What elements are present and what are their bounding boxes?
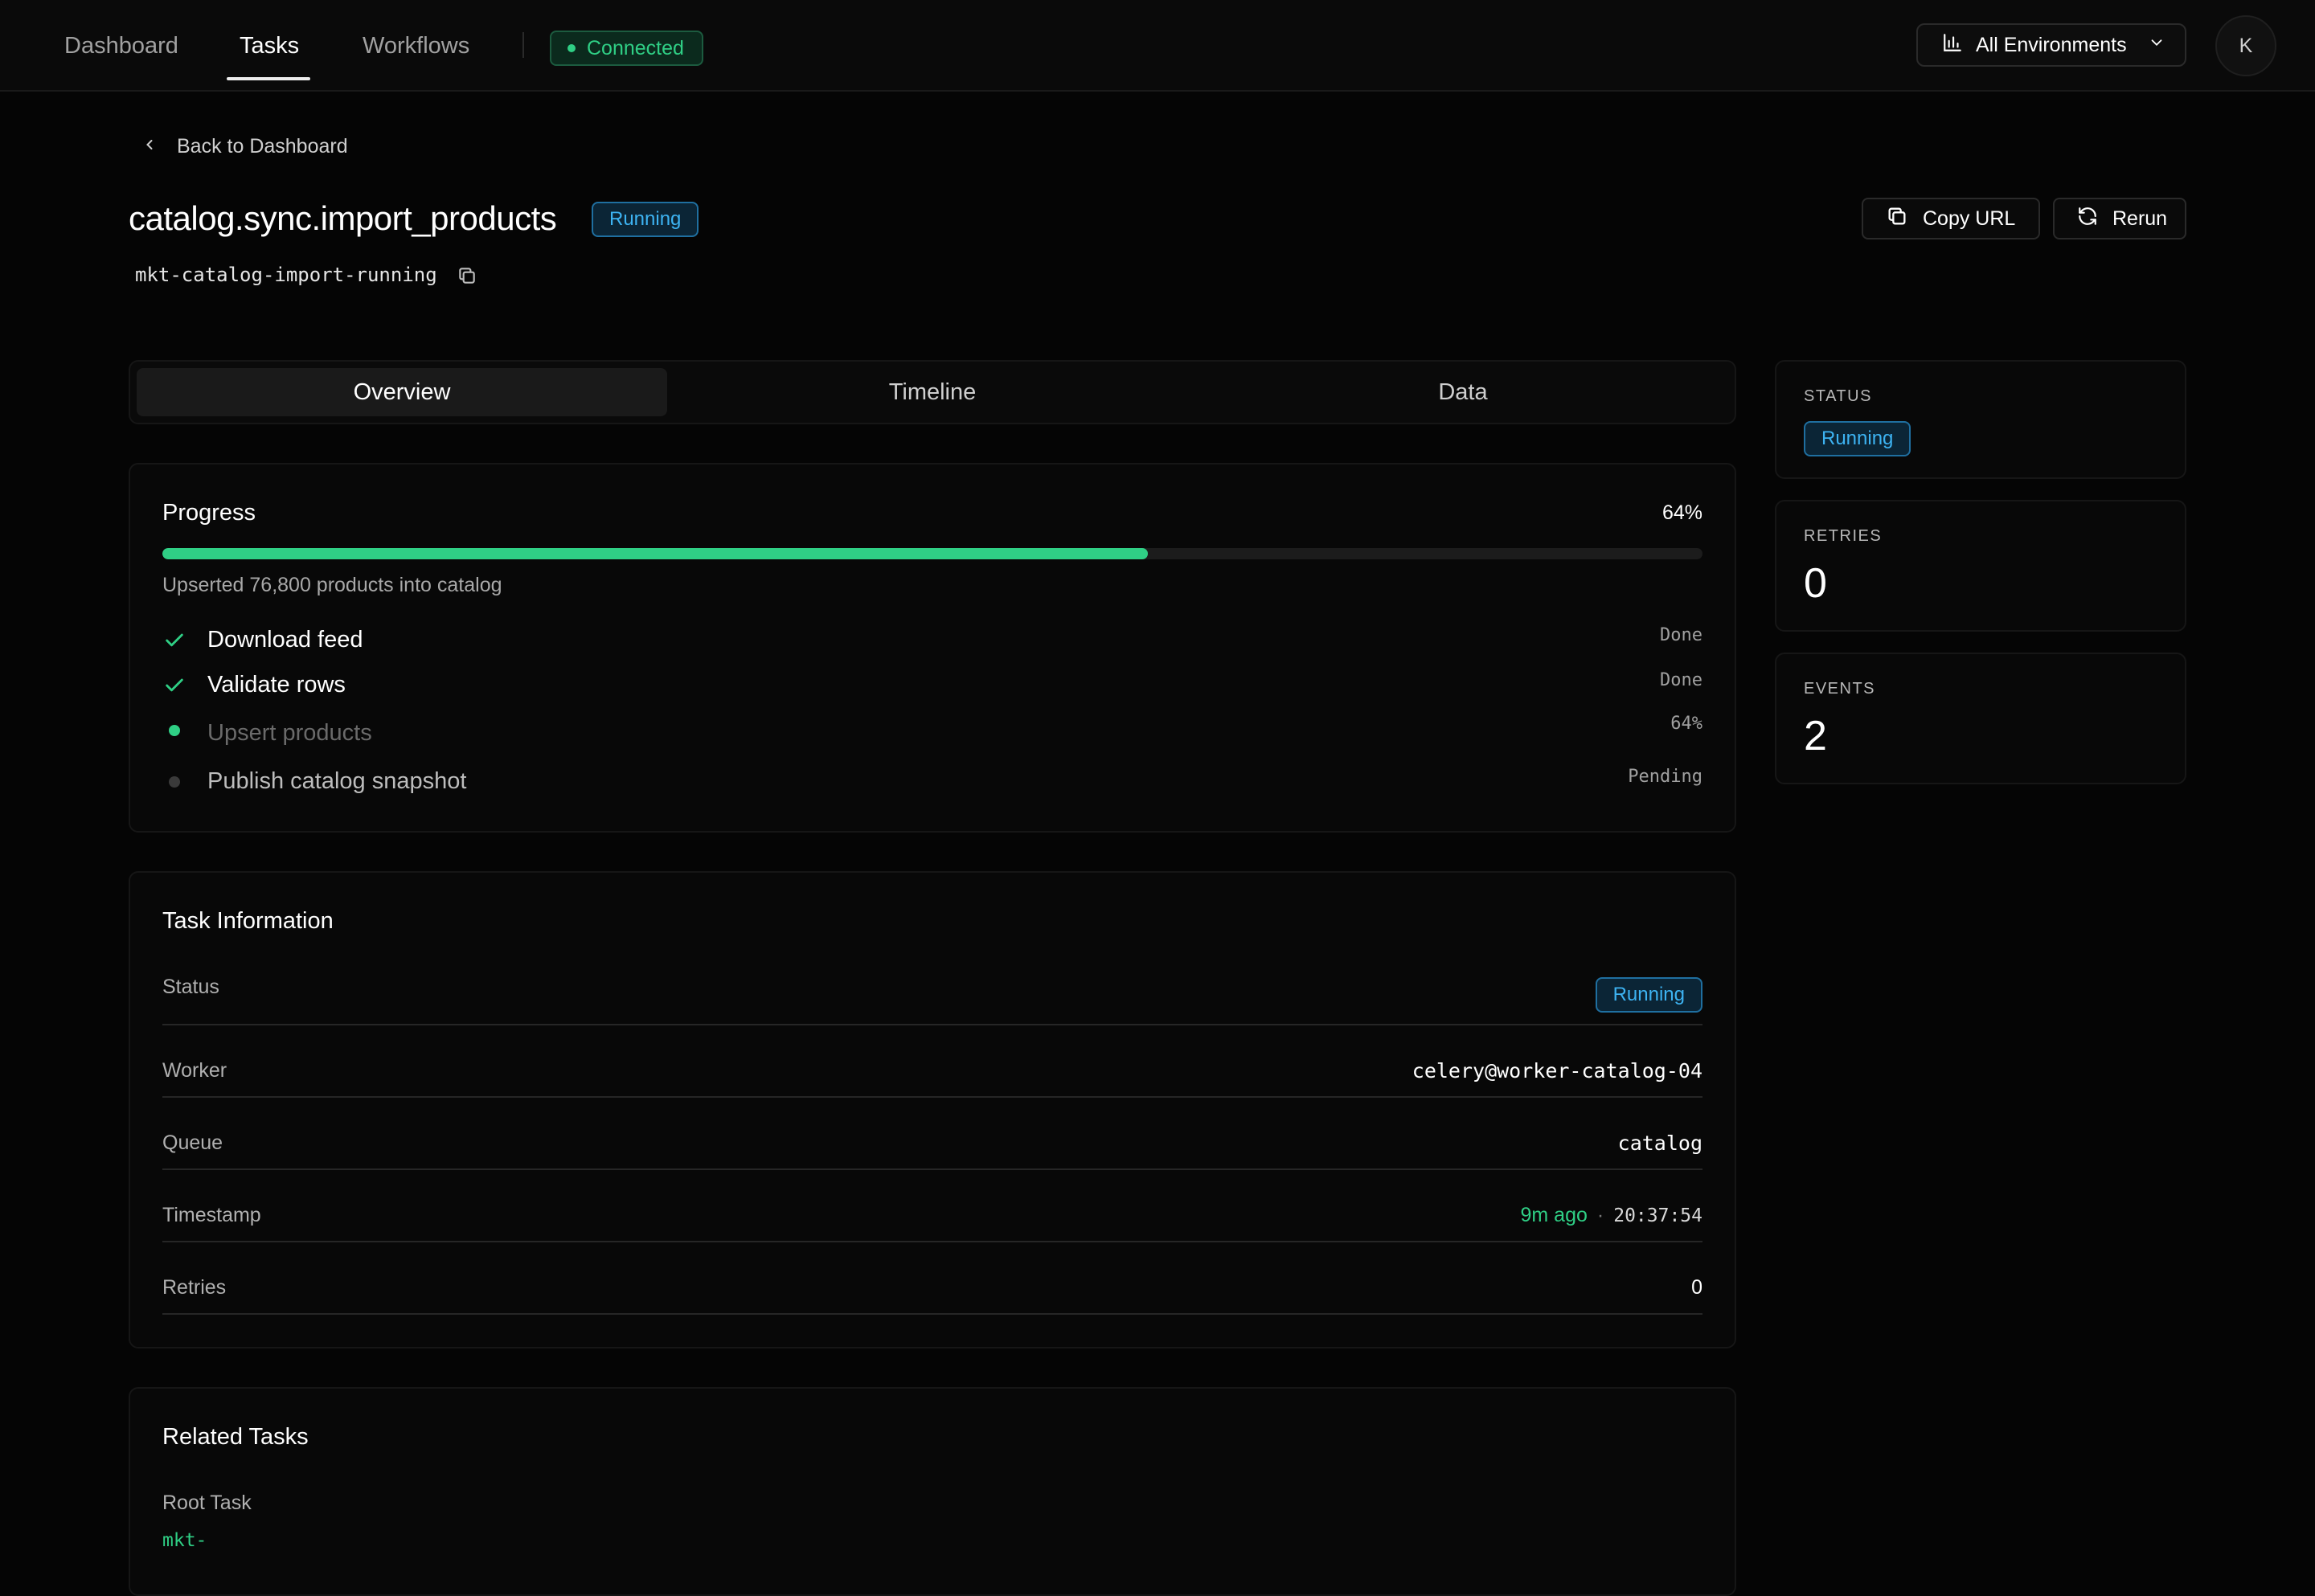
check-icon <box>162 628 186 653</box>
connection-status-label: Connected <box>587 36 684 59</box>
stat-label: EVENTS <box>1804 680 1876 698</box>
retries-stat-card: RETRIES 0 <box>1775 500 2186 632</box>
info-row-retries: Retries 0 <box>162 1242 1702 1315</box>
status-stat-card: STATUS Running <box>1775 360 2186 479</box>
nav-divider <box>522 32 524 58</box>
info-row-timestamp: Timestamp 9m ago · 20:37:54 <box>162 1170 1702 1242</box>
info-row-worker: Worker celery@worker-catalog-04 <box>162 1025 1702 1098</box>
active-dot-icon <box>162 722 186 746</box>
page-title: catalog.sync.import_products <box>129 199 557 237</box>
stat-value: 2 <box>1804 713 1827 759</box>
nav-active-indicator <box>227 77 310 80</box>
step-label: Download feed <box>207 627 363 653</box>
task-id: mkt-catalog-import-running <box>135 264 437 286</box>
step-status: 64% <box>1670 714 1702 734</box>
top-nav: Dashboard Tasks Workflows Connected All … <box>0 0 2315 92</box>
status-badge: Running <box>1595 977 1702 1013</box>
pending-dot-icon <box>162 770 186 794</box>
step-label: Publish catalog snapshot <box>207 768 467 794</box>
check-icon <box>162 673 186 698</box>
info-row-queue: Queue catalog <box>162 1098 1702 1170</box>
rerun-label: Rerun <box>2112 207 2168 230</box>
connection-status-badge: Connected <box>550 31 703 66</box>
copy-icon[interactable] <box>457 265 477 290</box>
status-badge: Running <box>1804 421 1911 456</box>
progress-step: Upsert products 64% <box>162 714 1702 751</box>
environment-select[interactable]: All Environments <box>1916 23 2186 67</box>
progress-bar-fill <box>162 548 1149 559</box>
progress-bar <box>162 548 1702 559</box>
rerun-button[interactable]: Rerun <box>2053 198 2186 239</box>
nav-tab-tasks[interactable]: Tasks <box>240 27 299 64</box>
status-badge: Running <box>592 202 699 237</box>
timestamp-time: 20:37:54 <box>1613 1205 1702 1226</box>
related-tasks-card: Related Tasks Root Task mkt- <box>129 1387 1736 1596</box>
related-tasks-title: Related Tasks <box>162 1424 309 1450</box>
retries-value: 0 <box>1691 1276 1702 1299</box>
task-information-card: Task Information Status Running Worker c… <box>129 871 1736 1348</box>
back-link-label: Back to Dashboard <box>177 135 348 158</box>
back-to-dashboard-link[interactable]: Back to Dashboard <box>141 135 348 158</box>
progress-step: Publish catalog snapshot Pending <box>162 767 1702 799</box>
tab-timeline[interactable]: Timeline <box>667 368 1198 416</box>
tab-overview[interactable]: Overview <box>137 368 667 416</box>
step-status: Done <box>1660 670 1702 690</box>
refresh-icon <box>2077 206 2098 232</box>
progress-step: Download feed Done <box>162 625 1702 657</box>
copy-url-button[interactable]: Copy URL <box>1862 198 2040 239</box>
bar-chart-icon <box>1942 32 1963 59</box>
nav-tab-workflows[interactable]: Workflows <box>363 27 469 64</box>
user-avatar[interactable]: K <box>2215 15 2276 76</box>
environment-label: All Environments <box>1976 33 2127 56</box>
info-label: Queue <box>162 1132 223 1154</box>
info-label: Worker <box>162 1059 227 1082</box>
copy-icon <box>1886 205 1908 233</box>
nav-tab-dashboard[interactable]: Dashboard <box>64 27 178 64</box>
timestamp-value: 9m ago · 20:37:54 <box>1521 1204 1703 1227</box>
step-status: Pending <box>1628 767 1702 787</box>
progress-card: Progress 64% Upserted 76,800 products in… <box>129 463 1736 833</box>
tab-data[interactable]: Data <box>1198 368 1728 416</box>
status-dot-icon <box>567 44 576 52</box>
progress-step: Validate rows Done <box>162 670 1702 702</box>
chevron-down-icon <box>2148 34 2165 57</box>
progress-title: Progress <box>162 500 256 526</box>
progress-summary: Upserted 76,800 products into catalog <box>162 574 502 596</box>
root-task-link[interactable]: mkt- <box>162 1530 207 1551</box>
root-task-label: Root Task <box>162 1492 252 1514</box>
step-label: Validate rows <box>207 672 346 698</box>
step-label: Upsert products <box>207 720 372 746</box>
info-label: Status <box>162 976 219 998</box>
timestamp-separator: · <box>1596 1204 1604 1226</box>
info-label: Timestamp <box>162 1204 261 1226</box>
queue-value: catalog <box>1617 1132 1702 1155</box>
stat-label: STATUS <box>1804 387 1872 405</box>
detail-tabs: Overview Timeline Data <box>129 360 1736 424</box>
progress-percent: 64% <box>1661 501 1702 524</box>
stat-value: 0 <box>1804 560 1827 607</box>
chevron-left-icon <box>141 135 158 158</box>
stat-label: RETRIES <box>1804 527 1883 545</box>
copy-url-label: Copy URL <box>1923 207 2016 230</box>
info-row-status: Status Running <box>162 953 1702 1025</box>
worker-value: celery@worker-catalog-04 <box>1412 1059 1702 1082</box>
step-status: Done <box>1660 625 1702 645</box>
info-label: Retries <box>162 1276 227 1299</box>
events-stat-card: EVENTS 2 <box>1775 653 2186 784</box>
task-info-title: Task Information <box>162 908 334 934</box>
timestamp-relative: 9m ago <box>1520 1204 1588 1226</box>
